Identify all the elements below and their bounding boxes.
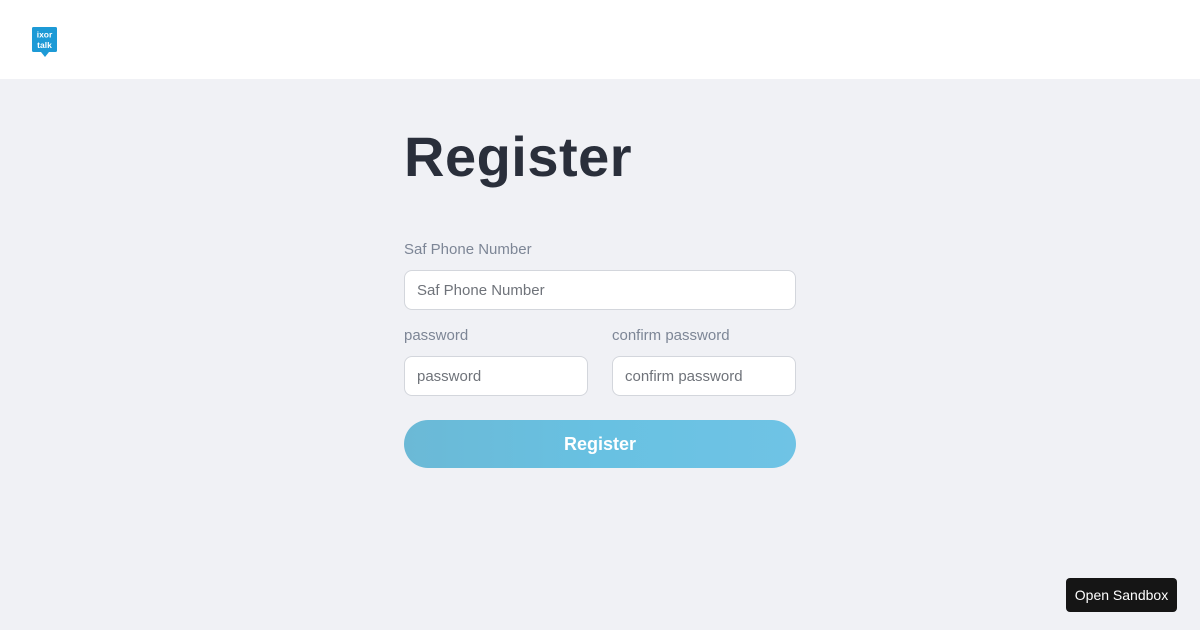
ixortalk-logo-icon[interactable]: ixor talk <box>32 27 57 57</box>
logo-text-line2: talk <box>37 40 52 50</box>
confirm-password-input[interactable] <box>612 356 796 396</box>
logo-text-line1: ixor <box>37 30 53 40</box>
open-sandbox-button[interactable]: Open Sandbox <box>1066 578 1177 612</box>
phone-label: Saf Phone Number <box>404 241 532 258</box>
top-bar: ixor talk <box>0 0 1200 79</box>
password-label: password <box>404 327 469 344</box>
confirm-password-label: confirm password <box>612 327 730 344</box>
page-title: Register <box>404 125 633 188</box>
phone-input[interactable] <box>404 270 796 310</box>
password-input[interactable] <box>404 356 588 396</box>
register-button[interactable]: Register <box>404 420 796 468</box>
